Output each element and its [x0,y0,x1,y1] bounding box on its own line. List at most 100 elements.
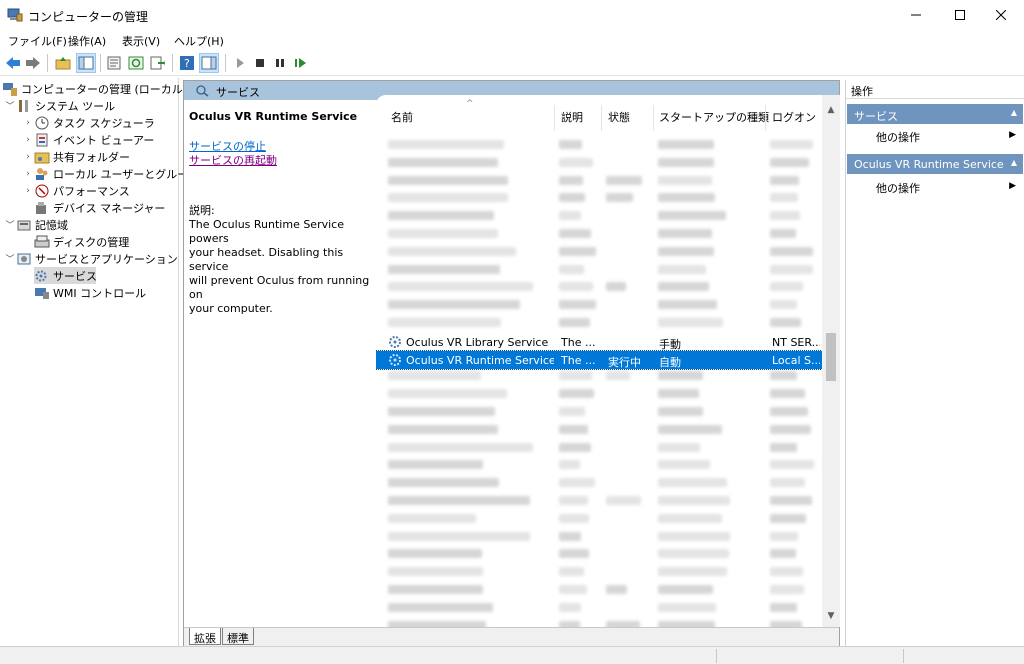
back-button[interactable] [3,53,23,73]
restart-service-button[interactable] [291,53,311,73]
table-row-oculus-library[interactable]: Oculus VR Library Service The ... 手動 NT … [376,333,822,351]
chevron-right-icon[interactable]: › [22,118,34,128]
scroll-down-icon[interactable]: ▼ [822,611,840,627]
help-button[interactable]: ? [177,53,197,73]
tree-disk-management[interactable]: ディスクの管理 [34,233,129,250]
disk-icon [34,235,50,249]
chevron-down-icon[interactable]: ﹀ [4,218,16,231]
tree-shared-folders[interactable]: › 共有フォルダー [22,148,130,165]
actions-group-services[interactable]: サービス ▲ [847,104,1023,124]
device-manager-icon [34,201,50,215]
tree-device-manager[interactable]: デバイス マネージャー [34,199,165,216]
restart-service-link[interactable]: サービスの再起動 [189,154,371,168]
service-desc: The ... [561,354,596,367]
blurred-cell [388,478,499,487]
blurred-cell [658,193,715,202]
show-hide-tree-button[interactable] [76,53,96,73]
blurred-cell [770,567,803,576]
maximize-button[interactable] [937,0,983,30]
blurred-cell [658,407,703,416]
blurred-cell [770,514,806,523]
more-actions-oculus[interactable]: 他の操作 [876,180,920,196]
blurred-cell [388,407,495,416]
chevron-right-icon[interactable]: › [22,152,34,162]
blurred-cell [658,158,714,167]
start-service-button[interactable] [230,53,250,73]
column-name[interactable]: 名前 [391,109,413,125]
chevron-right-icon[interactable]: › [22,169,34,179]
export-list-button[interactable] [147,53,167,73]
tree-wmi[interactable]: WMI コントロール [34,284,146,301]
tree-services-apps[interactable]: ﹀ サービスとアプリケーション [4,250,177,267]
tab-extended[interactable]: 拡張 [189,628,221,645]
minimize-button[interactable] [893,0,939,30]
blurred-cell [658,318,723,327]
blurred-cell [658,425,722,434]
column-status[interactable]: 状態 [608,109,630,125]
chevron-right-icon[interactable]: › [22,135,34,145]
blurred-cell [388,389,507,398]
blurred-cell [559,140,582,149]
column-description[interactable]: 説明 [561,109,583,125]
collapse-up-icon[interactable]: ▲ [1011,108,1017,117]
blurred-cell [770,443,797,452]
blurred-cell [559,158,593,167]
scroll-up-icon[interactable]: ▲ [822,105,840,122]
tree-storage[interactable]: ﹀ 記憶域 [4,216,68,233]
tree-local-users[interactable]: › ローカル ユーザーとグループ [22,165,199,182]
menu-help[interactable]: ヘルプ(H) [174,33,224,49]
up-folder-button[interactable] [53,53,73,73]
service-startup: 自動 [659,356,681,369]
column-logon[interactable]: ログオン [772,109,816,125]
shared-folder-icon [34,150,50,164]
properties-button[interactable] [104,53,124,73]
blurred-cell [606,371,630,380]
tree-task-scheduler[interactable]: › タスク スケジューラ [22,114,155,131]
blurred-cell [770,158,809,167]
tree-label: システム ツール [35,99,116,113]
menu-view[interactable]: 表示(V) [122,33,160,49]
more-actions-services[interactable]: 他の操作 [876,129,920,145]
stop-service-button[interactable] [250,53,270,73]
status-bar [0,646,1024,664]
submenu-arrow-icon: ▶ [1009,181,1016,191]
window-title: コンピューターの管理 [28,10,149,24]
tree-root[interactable]: コンピューターの管理 (ローカル) [2,80,187,97]
refresh-icon [128,56,144,70]
blurred-cell [658,211,726,220]
actions-group-oculus[interactable]: Oculus VR Runtime Service ▲ [847,154,1023,174]
blurred-cell [388,158,498,167]
tree-performance[interactable]: › パフォーマンス [22,182,130,199]
submenu-arrow-icon: ▶ [1009,130,1016,140]
tab-standard[interactable]: 標準 [222,628,254,645]
chevron-down-icon[interactable]: ﹀ [4,252,16,265]
console-tree: コンピューターの管理 (ローカル) ﹀ システム ツール › タスク スケジュー… [0,78,199,646]
tree-system-tools[interactable]: ﹀ システム ツール [4,97,115,114]
blurred-cell [606,282,626,291]
close-button[interactable] [978,0,1024,30]
stop-service-link[interactable]: サービスの停止 [189,140,371,154]
refresh-button[interactable] [126,53,146,73]
blurred-cell [770,478,805,487]
scrollbar-thumb[interactable] [826,333,836,381]
svg-text:?: ? [184,57,190,70]
menu-action[interactable]: 操作(A) [68,33,106,49]
chevron-down-icon[interactable]: ﹀ [4,99,16,112]
chevron-right-icon[interactable]: › [22,186,34,196]
vertical-scrollbar[interactable]: ▲ ▼ [822,95,840,627]
table-row-oculus-runtime[interactable]: Oculus VR Runtime Service The ... 実行中 自動… [376,350,823,370]
service-desc: The ... [561,336,596,349]
storage-icon [16,218,32,232]
pause-service-button[interactable] [270,53,290,73]
tree-label: ディスクの管理 [53,235,130,249]
column-startup-type[interactable]: スタートアップの種類 [659,109,769,125]
collapse-up-icon[interactable]: ▲ [1011,158,1017,167]
show-hide-action-pane-button[interactable] [199,53,219,73]
menu-file[interactable]: ファイル(F) [8,33,67,49]
blurred-cell [770,140,813,149]
stop-icon [256,59,264,67]
tree-event-viewer[interactable]: › イベント ビューアー [22,131,154,148]
forward-button[interactable] [23,53,43,73]
blurred-cell [658,478,727,487]
tree-services[interactable]: サービス [34,267,97,284]
